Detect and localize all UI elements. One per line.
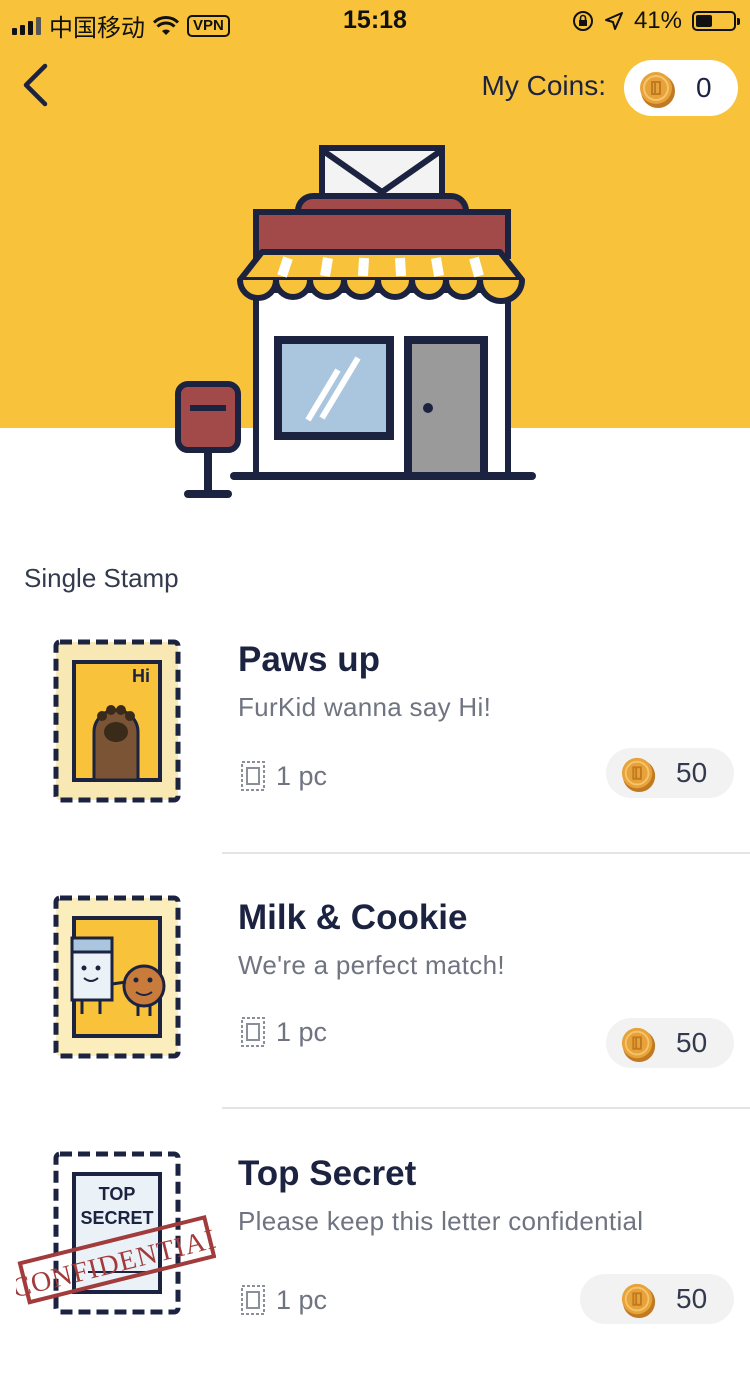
stamp-icon: [241, 1285, 265, 1315]
coin-icon: [621, 1283, 656, 1319]
quantity-text: 1 pc: [276, 760, 328, 791]
divider: [222, 1107, 750, 1109]
quantity: 1 pc: [240, 1016, 327, 1048]
stamp-item-top-secret[interactable]: TOP SECRET CONFIDENTIAL Top Secret Pleas…: [0, 1134, 750, 1390]
stamp-icon: [241, 761, 265, 791]
quantity: 1 pc: [240, 760, 327, 792]
my-coins-label: My Coins:: [481, 70, 606, 101]
battery-icon: [692, 11, 740, 31]
milk-cookie-stamp-image: [53, 895, 181, 1059]
post-office-illustration: [175, 145, 536, 498]
coin-icon: [640, 72, 675, 108]
chevron-left-icon: [23, 63, 48, 107]
coin-icon: [621, 757, 656, 793]
stamp-item-paws-up[interactable]: Hi Paws up FurKid wanna say Hi! 1 pc 50: [0, 620, 750, 876]
stamp-description: Please keep this letter confidential: [238, 1206, 644, 1236]
stamp-item-milk-cookie[interactable]: Milk & Cookie We're a perfect match! 1 p…: [0, 878, 750, 1134]
stamp-art-text: Hi: [132, 666, 150, 686]
stamp-description: FurKid wanna say Hi!: [238, 692, 492, 722]
stamp-icon: [241, 1017, 265, 1047]
buy-button[interactable]: 50: [580, 1274, 734, 1324]
stamp-name: Milk & Cookie: [238, 898, 468, 937]
buy-button[interactable]: 50: [606, 748, 734, 798]
coin-icon: [621, 1027, 656, 1063]
stamp-name: Top Secret: [238, 1154, 417, 1193]
section-title: Single Stamp: [24, 563, 179, 593]
stamp-name: Paws up: [238, 640, 380, 679]
quantity-text: 1 pc: [276, 1284, 328, 1315]
price: 50: [676, 757, 708, 788]
price: 50: [676, 1283, 708, 1314]
battery-percent: 41%: [633, 7, 682, 34]
coins-value: 0: [696, 72, 712, 103]
stamp-art-text: TOP: [99, 1184, 136, 1204]
divider: [222, 852, 750, 854]
stamp-art-text: SECRET: [80, 1208, 153, 1228]
quantity-text: 1 pc: [276, 1016, 328, 1047]
location-arrow-icon: [604, 12, 623, 30]
price: 50: [676, 1027, 708, 1058]
my-coins-balance[interactable]: 0: [624, 60, 738, 116]
buy-button[interactable]: 50: [606, 1018, 734, 1068]
back-button[interactable]: [10, 60, 60, 110]
orientation-lock-icon: [572, 11, 593, 31]
quantity: 1 pc: [240, 1284, 327, 1316]
stamp-description: We're a perfect match!: [238, 950, 505, 980]
paws-up-stamp-image: Hi: [53, 639, 181, 803]
top-secret-stamp-image: TOP SECRET CONFIDENTIAL: [16, 1151, 216, 1315]
status-bar: 中国移动 VPN 15:18 41%: [0, 0, 750, 42]
